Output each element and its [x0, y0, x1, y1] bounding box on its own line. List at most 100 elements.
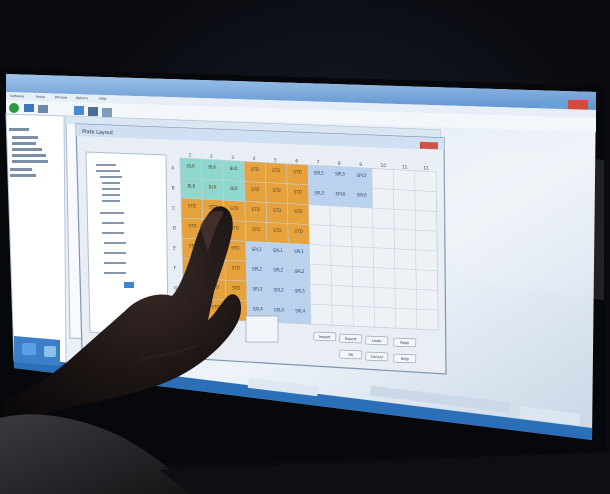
plate-well[interactable] [331, 304, 354, 327]
dialog-title: Plate Layout [82, 129, 113, 136]
plate-well[interactable] [309, 264, 332, 286]
plate-well[interactable] [393, 228, 417, 251]
plate-well[interactable] [415, 249, 438, 272]
well-label: SPL6 [357, 193, 367, 198]
maximize-button[interactable] [553, 100, 567, 110]
well-label: STD [252, 207, 260, 212]
plate-well[interactable] [352, 266, 375, 288]
plate-well[interactable] [373, 287, 396, 309]
column-header: 5 [274, 157, 277, 162]
plate-well[interactable] [308, 204, 331, 226]
list-selected-item[interactable] [124, 282, 134, 288]
button-label: Help [401, 357, 410, 361]
dialog-button-undo[interactable]: Undo [365, 335, 389, 346]
start-button[interactable] [22, 343, 36, 355]
well-label: SPL4 [295, 309, 305, 314]
toolbar-open-icon[interactable] [24, 104, 34, 112]
well-label: STD [230, 206, 238, 211]
toolbar-save-icon[interactable] [38, 105, 48, 113]
well-label: SPL3 [274, 288, 284, 293]
plate-well[interactable] [352, 286, 375, 308]
plate-well[interactable] [415, 229, 438, 252]
plate-well[interactable] [330, 225, 353, 247]
taskbar-app-icon[interactable] [44, 346, 56, 357]
plate-well[interactable] [394, 248, 417, 270]
plate-well[interactable] [330, 265, 353, 287]
well-label: BLK [230, 186, 238, 191]
plate-well[interactable] [395, 307, 418, 330]
plate-well[interactable] [331, 285, 354, 307]
legend-box [245, 315, 279, 343]
plate-well[interactable] [351, 246, 374, 268]
plate-well[interactable] [414, 210, 438, 232]
plate-well[interactable] [373, 267, 396, 289]
menu-item[interactable]: Setup [36, 95, 45, 99]
menu-item[interactable]: Software [10, 94, 24, 98]
well-label: STD [294, 189, 302, 194]
plate-well[interactable] [373, 306, 396, 329]
well-label: BLK [187, 164, 195, 169]
well-label: STD [295, 229, 303, 234]
well-label: SPL2 [273, 268, 283, 273]
button-label: OK [348, 353, 354, 357]
well-label: STD [232, 286, 240, 291]
toolbar-run-icon[interactable] [9, 103, 19, 113]
column-header: 7 [317, 160, 320, 165]
toolbar-print-icon[interactable] [88, 107, 98, 116]
plate-well[interactable] [309, 244, 332, 266]
plate-well[interactable] [416, 308, 439, 331]
monitor-screen: Software Setup Window Options Help Plate… [0, 0, 610, 494]
toolbar-settings-icon[interactable] [102, 108, 112, 117]
menu-item[interactable]: Window [55, 95, 68, 99]
well-label: STD [188, 224, 196, 229]
plate-well[interactable] [372, 227, 395, 250]
column-header: 9 [359, 162, 362, 167]
well-label: SPL1 [252, 247, 262, 252]
plate-well[interactable] [351, 226, 374, 249]
plate-well[interactable] [416, 289, 439, 311]
plate-well[interactable] [414, 190, 437, 212]
plate-well[interactable] [330, 245, 353, 267]
plate-well[interactable] [371, 168, 394, 190]
plate-well[interactable] [393, 169, 416, 191]
plate-well[interactable] [372, 207, 395, 230]
row-header: A [171, 166, 174, 171]
well-label: BLK [209, 185, 217, 190]
plate-well[interactable] [351, 206, 374, 229]
dialog-button-cancel[interactable]: Cancel [365, 351, 389, 362]
screen-drawing: Software Setup Window Options Help Plate… [0, 68, 610, 494]
plate-well[interactable] [329, 205, 352, 228]
dialog-button-ok[interactable]: OK [339, 349, 363, 360]
plate-well[interactable] [393, 189, 416, 211]
column-header: 8 [338, 161, 341, 166]
plate-well[interactable] [352, 305, 375, 328]
well-label: BLK [230, 166, 238, 171]
column-header: 1 [189, 153, 192, 158]
button-label: Import [319, 335, 332, 340]
plate-well[interactable] [309, 283, 333, 306]
well-label: SPL4 [253, 307, 263, 312]
menu-item[interactable]: Help [99, 96, 106, 100]
plate-well[interactable] [372, 247, 396, 269]
toolbar-plate-icon[interactable] [74, 106, 84, 115]
plate-well[interactable] [415, 269, 438, 291]
plate-well[interactable] [394, 288, 417, 310]
well-label: STD [188, 204, 196, 209]
plate-well[interactable] [308, 224, 332, 246]
dialog-button-help[interactable]: Help [393, 353, 417, 364]
dialog-button-redo[interactable]: Redo [393, 337, 417, 348]
plate-well[interactable] [394, 268, 417, 290]
menu-item[interactable]: Options [76, 96, 89, 100]
well-label: STD [273, 228, 281, 233]
well-label: SPL3 [252, 287, 262, 292]
well-label: STD [252, 227, 260, 232]
dialog-button-import[interactable]: Import [313, 331, 337, 342]
button-label: Cancel [371, 355, 383, 360]
button-label: Redo [400, 341, 409, 345]
plate-well[interactable] [393, 208, 416, 231]
dialog-button-export[interactable]: Export [339, 333, 363, 344]
plate-well[interactable] [372, 188, 395, 210]
well-label: STD [294, 209, 302, 214]
plate-well[interactable] [310, 303, 333, 326]
column-header: 4 [253, 156, 256, 161]
